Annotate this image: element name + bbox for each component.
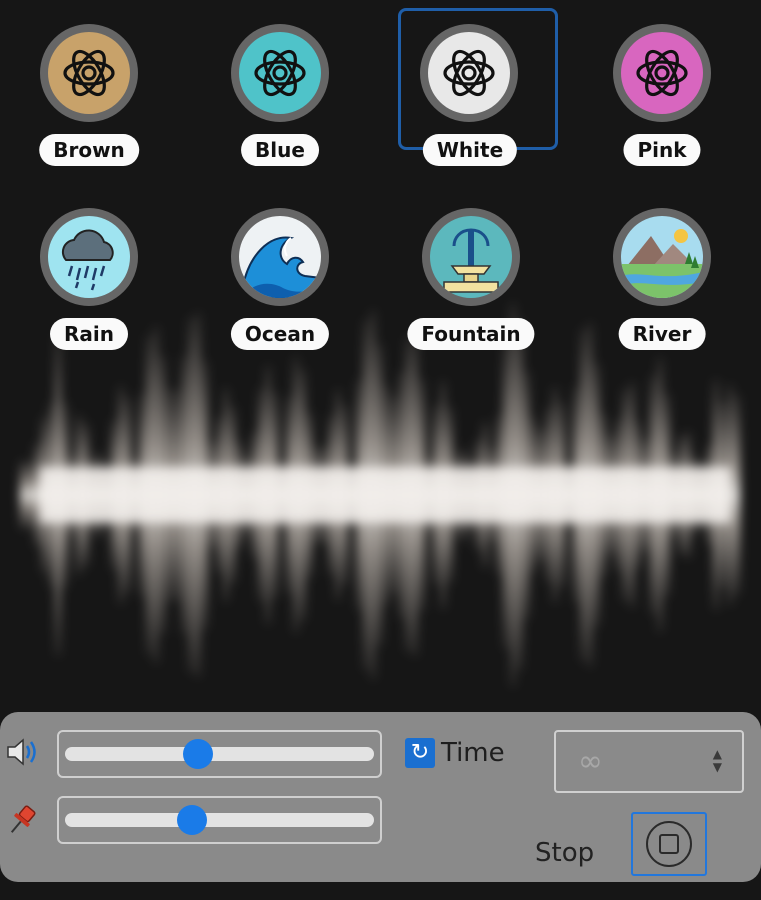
sound-label: Rain <box>50 318 128 350</box>
atom-icon <box>239 32 321 114</box>
rain-cloud-icon <box>48 216 130 298</box>
slider-track <box>65 813 374 827</box>
pin-icon <box>10 805 36 833</box>
sound-label: White <box>422 134 518 166</box>
refresh-icon[interactable]: ↻ <box>405 738 435 768</box>
river-landscape-icon <box>621 216 703 298</box>
duration-select[interactable]: ∞ ▲ ▼ <box>554 730 744 793</box>
sound-tile-fountain[interactable]: Fountain <box>401 190 541 360</box>
waveform-bar <box>27 461 33 529</box>
sound-tile-river[interactable]: River <box>592 190 732 360</box>
stop-button[interactable] <box>631 812 707 876</box>
sound-label: Fountain <box>407 318 535 350</box>
time-label: Time <box>441 738 505 768</box>
sound-label: River <box>618 318 706 350</box>
stop-label: Stop <box>535 838 595 868</box>
sound-tile-white[interactable]: White <box>398 0 558 170</box>
sound-label: Blue <box>241 134 319 166</box>
waveform-core <box>40 467 730 523</box>
waveform-bar <box>20 460 26 530</box>
fountain-icon <box>430 216 512 298</box>
sound-tile-brown[interactable]: Brown <box>19 6 159 176</box>
sound-label: Pink <box>623 134 701 166</box>
time-toggle[interactable]: ↻ Time <box>405 736 505 770</box>
balance-slider[interactable] <box>57 796 382 844</box>
sound-label: Ocean <box>230 318 330 350</box>
stop-icon <box>646 821 692 867</box>
slider-track <box>65 747 374 761</box>
duration-select-value: ∞ <box>578 744 603 779</box>
waveform-bar <box>734 394 740 596</box>
sound-label: Brown <box>39 134 139 166</box>
volume-slider-thumb[interactable] <box>182 739 213 769</box>
volume-slider[interactable] <box>57 730 382 778</box>
speaker-icon <box>7 738 36 766</box>
balance-slider-thumb[interactable] <box>176 805 207 835</box>
sound-tile-rain[interactable]: Rain <box>19 190 159 360</box>
ocean-wave-icon <box>239 216 321 298</box>
atom-icon <box>48 32 130 114</box>
waveform-bar <box>34 442 40 548</box>
updown-chevron-icon: ▲ ▼ <box>712 747 722 774</box>
sound-tile-ocean[interactable]: Ocean <box>210 190 350 360</box>
sound-tile-blue[interactable]: Blue <box>210 6 350 176</box>
atom-icon <box>621 32 703 114</box>
sound-tile-pink[interactable]: Pink <box>592 6 732 176</box>
atom-icon <box>428 32 510 114</box>
